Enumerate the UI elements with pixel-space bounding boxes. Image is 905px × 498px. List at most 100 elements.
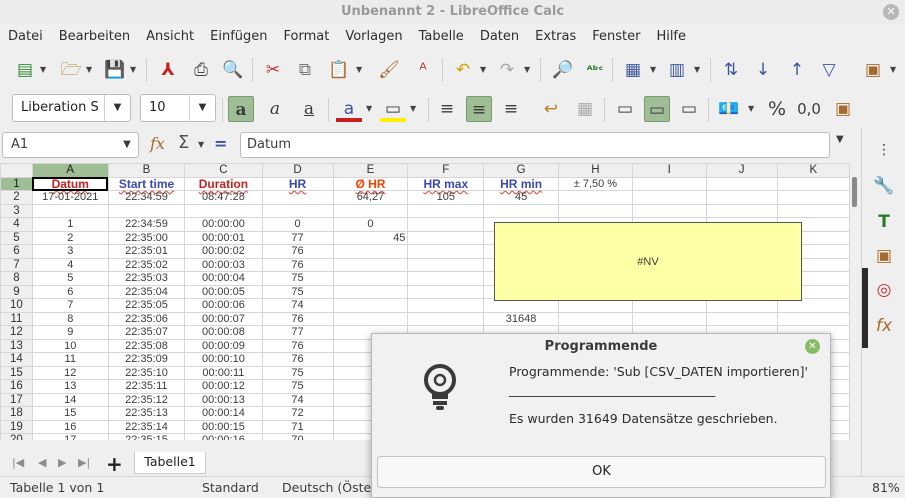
cell-h1[interactable]: ± 7,50 % [557,176,633,191]
cell-f9[interactable] [407,284,485,299]
menu-item-hilfe[interactable]: Hilfe [648,29,694,44]
cell-a10[interactable]: 7 [31,298,109,313]
cell-g1[interactable]: HR min [483,176,559,191]
percent-icon[interactable]: % [764,96,790,122]
row-header[interactable]: 16 [0,379,33,394]
cell-b8[interactable]: 22:35:03 [107,271,186,286]
row-header[interactable]: 18 [0,406,33,421]
sum-dropdown-icon[interactable]: ▼ [198,132,204,158]
merged-cell-nv[interactable]: #NV [494,222,802,301]
cell-a17[interactable]: 14 [31,392,109,407]
cell-d14[interactable]: 76 [261,352,334,367]
column-dropdown-icon[interactable]: ▼ [694,57,700,83]
more-tools-icon[interactable]: ▼ [890,57,896,83]
cell-i1[interactable] [631,176,707,191]
cell-a6[interactable]: 3 [31,244,109,259]
column-header-a[interactable]: A [31,163,109,178]
formula-icon[interactable]: = [214,134,227,153]
column-header-i[interactable]: I [631,163,707,178]
wrap-text-icon[interactable]: ↩ [538,96,564,122]
cell-f1[interactable]: HR max [407,176,485,191]
cell-d5[interactable]: 77 [261,230,334,245]
font-color-dropdown-icon[interactable]: ▼ [366,96,372,122]
chevron-down-icon[interactable]: ▼ [189,95,215,121]
cell-b19[interactable]: 22:35:14 [107,419,186,434]
ok-button[interactable]: OK [377,456,826,488]
previous-sheet-icon[interactable]: ◀ [38,456,46,469]
underline-icon[interactable]: a [296,96,322,122]
print-icon[interactable]: ⎙ [188,57,214,83]
cell-b9[interactable]: 22:35:04 [107,284,186,299]
cell-c14[interactable]: 00:00:10 [184,352,263,367]
merge-cells-icon[interactable]: ▦ [572,96,598,122]
spelling-icon[interactable]: ᴬᵇᶜ [582,57,608,83]
page-style[interactable]: Standard [202,477,259,498]
cell-a20[interactable]: 17 [31,433,109,440]
row-header[interactable]: 12 [0,325,33,340]
image-icon[interactable]: ▣ [860,57,886,83]
last-sheet-icon[interactable]: ▶| [78,456,90,469]
highlight-dropdown-icon[interactable]: ▼ [410,96,416,122]
row-header[interactable]: 15 [0,365,33,380]
cell-f7[interactable] [407,257,485,272]
cell-e6[interactable] [332,244,409,259]
cell-a1[interactable]: Datum [31,176,109,191]
cell-h2[interactable] [557,190,633,205]
row-header[interactable]: 17 [0,392,33,407]
cell-c10[interactable]: 00:00:06 [184,298,263,313]
save-icon[interactable]: 💾 [102,57,128,83]
chevron-down-icon[interactable]: ▼ [116,133,138,157]
sheet-tab-tabelle1[interactable]: Tabelle1 [134,452,206,474]
cell-b7[interactable]: 22:35:02 [107,257,186,272]
menu-item-einfügen[interactable]: Einfügen [202,29,275,44]
cell-a18[interactable]: 15 [31,406,109,421]
cell-f4[interactable] [407,217,485,232]
sort-descending-icon[interactable]: ↑ [784,57,810,83]
sum-icon[interactable]: Σ [178,132,189,153]
cell-k2[interactable] [776,190,850,205]
cell-f6[interactable] [407,244,485,259]
menu-item-fenster[interactable]: Fenster [584,29,648,44]
row-header[interactable]: 3 [0,203,33,218]
cell-c12[interactable]: 00:00:08 [184,325,263,340]
column-header-g[interactable]: G [483,163,559,178]
cell-b1[interactable]: Start time [107,176,186,191]
new-document-icon[interactable]: ▤ [12,57,38,83]
row-header[interactable]: 6 [0,244,33,259]
cell-g3[interactable] [483,203,559,218]
cell-d1[interactable]: HR [261,176,334,191]
cell-k11[interactable] [776,311,850,326]
select-all-corner[interactable] [0,163,33,178]
cell-d6[interactable]: 76 [261,244,334,259]
cell-j11[interactable] [705,311,778,326]
cell-d2[interactable] [261,190,334,205]
cell-f2[interactable]: 105 [407,190,485,205]
cell-c18[interactable]: 00:00:14 [184,406,263,421]
align-center-icon[interactable]: ≡ [466,96,492,122]
open-dropdown-icon[interactable]: ▼ [86,57,92,83]
currency-dropdown-icon[interactable]: ▼ [748,96,754,122]
align-middle-icon[interactable]: ▭ [644,96,670,122]
cell-g2[interactable]: 45 [483,190,559,205]
column-header-h[interactable]: H [557,163,633,178]
cell-b13[interactable]: 22:35:08 [107,338,186,353]
bold-icon[interactable]: a [228,96,254,122]
cell-i2[interactable] [631,190,707,205]
styles-icon[interactable]: T [872,210,896,234]
cell-d7[interactable]: 76 [261,257,334,272]
cell-d8[interactable]: 75 [261,271,334,286]
cell-j1[interactable] [705,176,778,191]
highlight-color-icon[interactable]: ▭ [380,96,406,122]
column-header-d[interactable]: D [261,163,334,178]
row-header[interactable]: 5 [0,230,33,245]
cell-a15[interactable]: 12 [31,365,109,380]
cell-e7[interactable] [332,257,409,272]
cell-a5[interactable]: 2 [31,230,109,245]
cell-j2[interactable] [705,190,778,205]
copy-icon[interactable]: ⧉ [292,57,318,83]
paste-icon[interactable]: 📋 [326,57,352,83]
redo-dropdown-icon[interactable]: ▼ [524,57,530,83]
cell-b16[interactable]: 22:35:11 [107,379,186,394]
column-header-c[interactable]: C [184,163,263,178]
row-dropdown-icon[interactable]: ▼ [650,57,656,83]
